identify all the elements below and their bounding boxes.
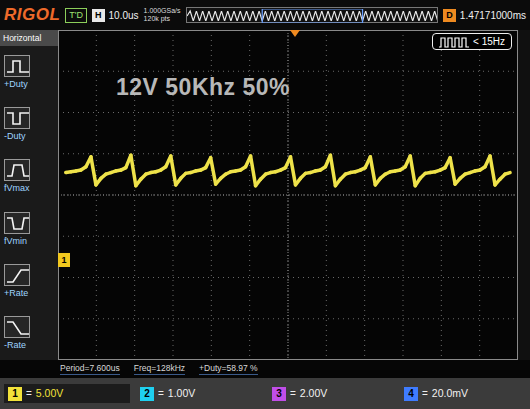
oscilloscope-screen: RIGOL T'D H 10.0us 1.000GSa/s120k pts D 1.4717… <box>0 0 530 409</box>
menu-item[interactable]: -Duty <box>0 98 58 150</box>
waveform-point <box>490 156 495 185</box>
channel-item[interactable]: 1 = 5.00V <box>4 384 130 404</box>
right-strip <box>518 30 530 360</box>
waveform-point <box>171 156 176 185</box>
run-state[interactable]: T'D <box>65 8 87 23</box>
pos-duty-icon <box>5 56 31 78</box>
channel-bar: 1 = 5.00V 2 = 1.00V 3 = 2.00V 4 = 20.0mV <box>0 378 530 409</box>
menu-item-label: fVmin <box>4 236 27 247</box>
channel-number: 1 <box>8 387 22 401</box>
timebase[interactable]: H 10.0us <box>92 8 139 23</box>
channel-scale: 20.0mV <box>432 386 468 402</box>
measurement: +Duty=58.97 % <box>199 363 258 375</box>
channel-ground-marker[interactable]: 1 <box>58 253 70 267</box>
waveform-point <box>410 156 415 186</box>
channel-item[interactable]: 4 = 20.0mV <box>400 384 526 404</box>
waveform-point <box>370 157 375 185</box>
measurement-bar: Period=7.600us Freq=128kHz +Duty=58.97 % <box>0 360 530 378</box>
channel-scale: 1.00V <box>168 386 195 402</box>
trigger-badge: < 15Hz <box>432 33 512 50</box>
channel-item[interactable]: 3 = 2.00V <box>268 384 394 404</box>
menu-item[interactable]: +Duty <box>0 46 58 98</box>
timebase-label: H <box>92 9 105 22</box>
channel-number: 3 <box>272 387 286 401</box>
menu-item[interactable]: fVmin <box>0 203 58 255</box>
waveform-point <box>91 157 96 185</box>
acquisition-info: 1.000GSa/s120k pts <box>144 7 181 23</box>
waveform-point <box>251 156 256 186</box>
vmin-icon <box>5 213 31 235</box>
horizontal-menu: Horizontal +Duty -Duty fVmax fVmin +Rate -Rate <box>0 30 58 360</box>
brand-logo: RIGOL <box>4 2 60 28</box>
pos-rate-icon <box>5 265 31 287</box>
channel-coupling: = <box>290 386 296 401</box>
delay-label: D <box>443 9 456 22</box>
menu-item-box <box>4 107 30 129</box>
channel-number: 2 <box>140 387 154 401</box>
menu-title: Horizontal <box>0 30 58 46</box>
delay-value: 1.47171000ms <box>460 8 526 23</box>
waveform-point <box>131 155 136 186</box>
trigger-position-icon[interactable] <box>290 30 300 37</box>
memory-overview <box>186 7 439 23</box>
measurement: Period=7.600us <box>60 363 120 375</box>
channel-coupling: = <box>26 386 32 401</box>
menu-item-label: fVmax <box>4 183 30 194</box>
channel-number: 4 <box>404 387 418 401</box>
waveform-point <box>450 158 455 184</box>
menu-item[interactable]: fVmax <box>0 151 58 203</box>
channel-scale: 2.00V <box>300 386 327 402</box>
waveform-point <box>290 157 295 185</box>
waveform-point <box>211 158 216 184</box>
menu-item-box <box>4 159 30 181</box>
menu-item-box <box>4 316 30 338</box>
sample-rate: 1.000GSa/s <box>144 7 181 15</box>
overlay-label: 12V 50Khz 50% <box>116 70 290 105</box>
timebase-value: 10.0us <box>109 8 139 23</box>
overview-wave-icon <box>187 9 438 23</box>
vmax-icon <box>5 160 31 182</box>
trigger-frequency: < 15Hz <box>473 35 505 48</box>
menu-item-label: -Duty <box>4 131 26 142</box>
menu-item-label: -Rate <box>4 340 26 351</box>
neg-rate-icon <box>5 317 31 339</box>
pulse-train-icon <box>439 36 469 48</box>
menu-item[interactable]: +Rate <box>0 255 58 307</box>
menu-item-box <box>4 212 30 234</box>
menu-item[interactable]: -Rate <box>0 308 58 360</box>
neg-duty-icon <box>5 108 31 130</box>
menu-item-label: +Rate <box>4 288 28 299</box>
channel-item[interactable]: 2 = 1.00V <box>136 384 262 404</box>
channel-coupling: = <box>422 386 428 401</box>
waveform-point <box>505 173 510 175</box>
channel-coupling: = <box>158 386 164 401</box>
menu-item-label: +Duty <box>4 79 28 90</box>
top-bar: RIGOL T'D H 10.0us 1.000GSa/s120k pts D 1.4717… <box>0 0 530 30</box>
waveform-point <box>330 155 335 186</box>
menu-item-box <box>4 264 30 286</box>
measurement: Freq=128kHz <box>134 363 185 375</box>
delay[interactable]: D 1.47171000ms <box>443 8 526 23</box>
waveform-display: 12V 50Khz 50% < 15Hz 1 <box>58 30 518 360</box>
memory-depth: 120k pts <box>144 15 181 23</box>
menu-item-box <box>4 55 30 77</box>
channel-scale: 5.00V <box>36 386 63 402</box>
